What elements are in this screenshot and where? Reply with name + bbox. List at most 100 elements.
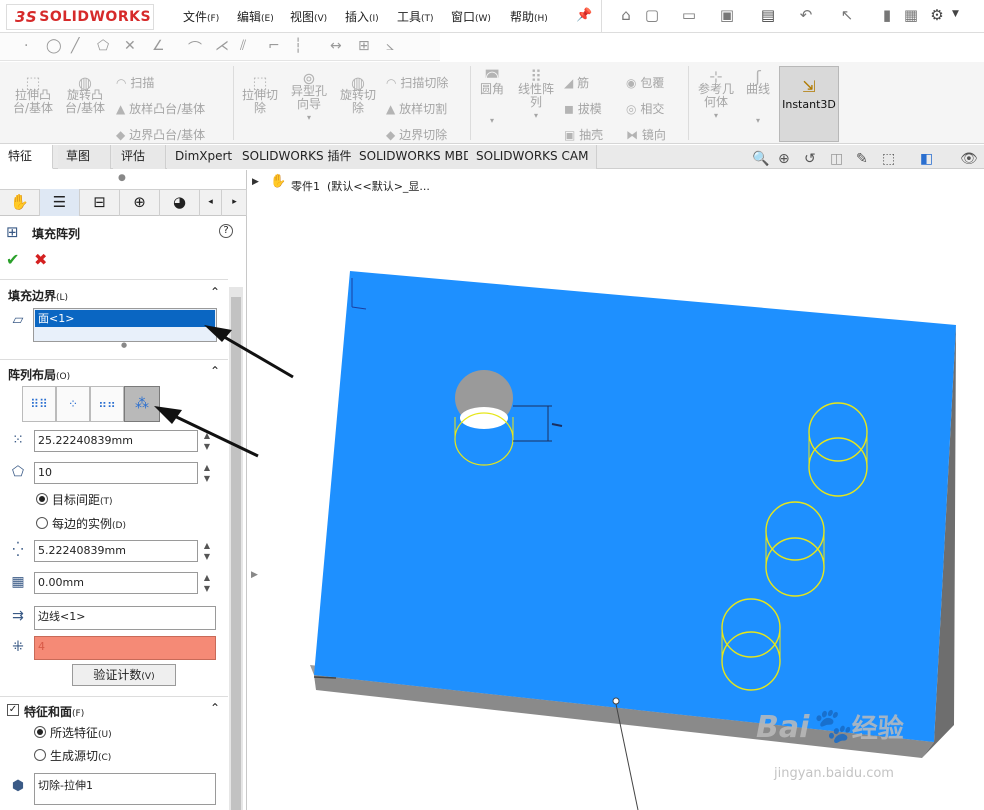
rib-button[interactable]: ◢ 筋 [564,70,603,96]
home-icon[interactable]: ⌂ [617,6,635,24]
reference-geometry-button[interactable]: ⊹ 参考几 何体 ▾ [694,69,738,122]
trim-icon[interactable]: ✕ [124,38,136,54]
menu-window[interactable]: 窗口(W) [451,8,491,25]
section-header-features-faces[interactable]: 特征和面(F) [24,703,84,720]
instant3d-button[interactable]: ⇲ Instant3D [779,66,839,142]
swept-boss-button[interactable]: ◠ 扫描 [116,70,205,96]
file-properties-icon[interactable]: ▦ [902,6,920,24]
hole-wizard-button[interactable]: ⊚ 异型孔 向导 ▾ [286,71,332,124]
dimxpert-manager-tab[interactable]: ⊕ [120,189,160,216]
tab-sketch[interactable]: 草图 [58,145,111,169]
features-faces-checkbox[interactable]: ✓ [7,704,19,716]
corner-rectangle-icon[interactable]: ⌐ [268,38,280,54]
view-orientation-icon[interactable]: ⬚ [882,151,895,167]
splitter-handle[interactable]: ● [118,173,126,183]
pin-icon[interactable]: 📌 [576,8,592,23]
help-icon[interactable]: ? [219,224,233,238]
tab-evaluate[interactable]: 评估 [113,145,166,169]
extend-icon[interactable]: ∠ [152,38,165,54]
target-spacing-radio[interactable] [36,493,48,505]
boundary-selection-box[interactable]: 面<1> [33,308,217,342]
section-view-icon[interactable]: ◫ [830,151,843,167]
fillet-sketch-icon[interactable]: ⌒ [188,38,202,58]
smart-dimension-icon[interactable]: ↔ [330,38,342,54]
solidworks-logo[interactable]: 3S SOLIDWORKS [6,4,154,30]
tab-mbd[interactable]: SOLIDWORKS MBD [351,145,482,169]
featuremanager-tab[interactable]: ✋ [0,189,40,216]
verify-count-button[interactable]: 验证计数(V) [72,664,176,686]
angle-icon[interactable]: ⦣ [386,38,394,54]
menu-insert[interactable]: 插入(I) [345,8,379,25]
menu-view[interactable]: 视图(V) [290,8,327,25]
zoom-to-area-icon[interactable]: ⊕ [778,151,790,167]
section-header-fill-boundary[interactable]: 填充边界(L) [8,287,68,304]
wrap-button[interactable]: ◉ 包覆 [626,70,666,96]
instances-per-side-radio[interactable] [36,517,48,529]
options-gear-icon[interactable]: ⚙ [928,6,946,24]
lofted-boss-button[interactable]: ▲ 放样凸台/基体 [116,96,205,122]
instance-spacing-input[interactable]: 25.22240839mm [34,430,198,452]
scroll-right-icon[interactable]: ▸ [223,189,247,216]
open-folder-icon[interactable]: ▭ [680,6,698,24]
rebuild-icon[interactable]: ▮ [878,6,896,24]
polygon-icon[interactable]: ⬠ [97,38,109,54]
propertymanager-tab[interactable]: ☰ [40,189,80,216]
centerline-icon[interactable]: ┆ [294,38,302,54]
display-manager-tab[interactable]: ◕ [160,189,200,216]
revolved-cut-button[interactable]: ◍ 旋转切 除 [336,75,380,115]
collapse-up-icon[interactable]: ⌃ [210,364,220,378]
scroll-left-icon[interactable]: ◂ [200,189,222,216]
menu-file[interactable]: 文件(F) [183,8,219,25]
resize-handle[interactable]: ● [121,341,127,349]
pattern-direction-field[interactable]: 边线<1> [34,606,216,630]
revolved-boss-button[interactable]: ◍ 旋转凸 台/基体 [62,75,108,115]
linear-pattern-button[interactable]: ⠿ 线性阵 列 ▾ [514,69,558,122]
edge-selection-point[interactable] [612,697,620,705]
tab-addins[interactable]: SOLIDWORKS 插件 [234,145,361,169]
menu-help[interactable]: 帮助(H) [510,8,548,25]
loop-spacing-spinner[interactable]: ▲ ▼ [202,540,212,562]
margin-input[interactable]: 0.00mm [34,572,198,594]
tab-features[interactable]: 特征 [0,145,53,169]
create-seed-cut-radio[interactable] [34,749,46,761]
layout-square-button[interactable]: ⠶⠶ [90,386,124,422]
chevron-down-icon[interactable]: ▼ [952,9,959,19]
select-cursor-icon[interactable]: ↖ [838,6,856,24]
collapse-up-icon[interactable]: ⌃ [210,701,220,715]
point-icon[interactable]: · [24,38,28,54]
tab-dimxpert[interactable]: DimXpert [167,145,242,169]
intersect-button[interactable]: ◎ 相交 [626,96,666,122]
selected-features-radio[interactable] [34,726,46,738]
collapse-up-icon[interactable]: ⌃ [210,285,220,299]
margin-spinner[interactable]: ▲ ▼ [202,572,212,594]
draft-button[interactable]: ◼ 拔模 [564,96,603,122]
layout-polygon-button[interactable]: ⁂ [124,386,160,422]
zoom-to-fit-icon[interactable]: 🔍 [752,151,769,167]
section-header-pattern-layout[interactable]: 阵列布局(O) [8,366,70,383]
polygon-sides-input[interactable]: 10 [34,462,198,484]
chamfer-sketch-icon[interactable]: ⋌ [215,38,229,54]
layout-circular-button[interactable]: ⁘ [56,386,90,422]
previous-view-icon[interactable]: ↺ [804,151,816,167]
offset-icon[interactable]: ⫽ [240,38,246,54]
dynamic-annotation-icon[interactable]: ✎ [856,151,868,167]
curves-button[interactable]: ʃ 曲线 ▾ [742,69,774,127]
cancel-x-button[interactable]: ✖ [34,250,47,269]
fillet-button[interactable]: ◚ 圆角 ▾ [476,69,508,127]
sides-spinner[interactable]: ▲ ▼ [202,462,212,484]
selected-face-item[interactable]: 面<1> [35,310,215,327]
tab-cam[interactable]: SOLIDWORKS CAM [468,145,598,169]
loop-spacing-input[interactable]: 5.22240839mm [34,540,198,562]
grid-icon[interactable]: ⊞ [358,38,370,54]
line-icon[interactable]: ╱ [71,38,79,54]
ok-checkmark-button[interactable]: ✔ [6,250,19,269]
swept-cut-button[interactable]: ◠ 扫描切除 [386,70,448,96]
hide-show-icon[interactable]: 👁 [960,151,978,167]
extruded-cut-button[interactable]: ⬚ 拉伸切 除 [238,75,282,115]
layout-perforation-button[interactable]: ⠿⠿ [22,386,56,422]
selected-top-face[interactable] [314,271,956,742]
menu-tools[interactable]: 工具(T) [397,8,434,25]
scrollbar-thumb[interactable] [231,297,241,810]
print-icon[interactable]: ▤ [759,6,777,24]
features-to-pattern-list[interactable]: 切除-拉伸1 [34,773,216,805]
